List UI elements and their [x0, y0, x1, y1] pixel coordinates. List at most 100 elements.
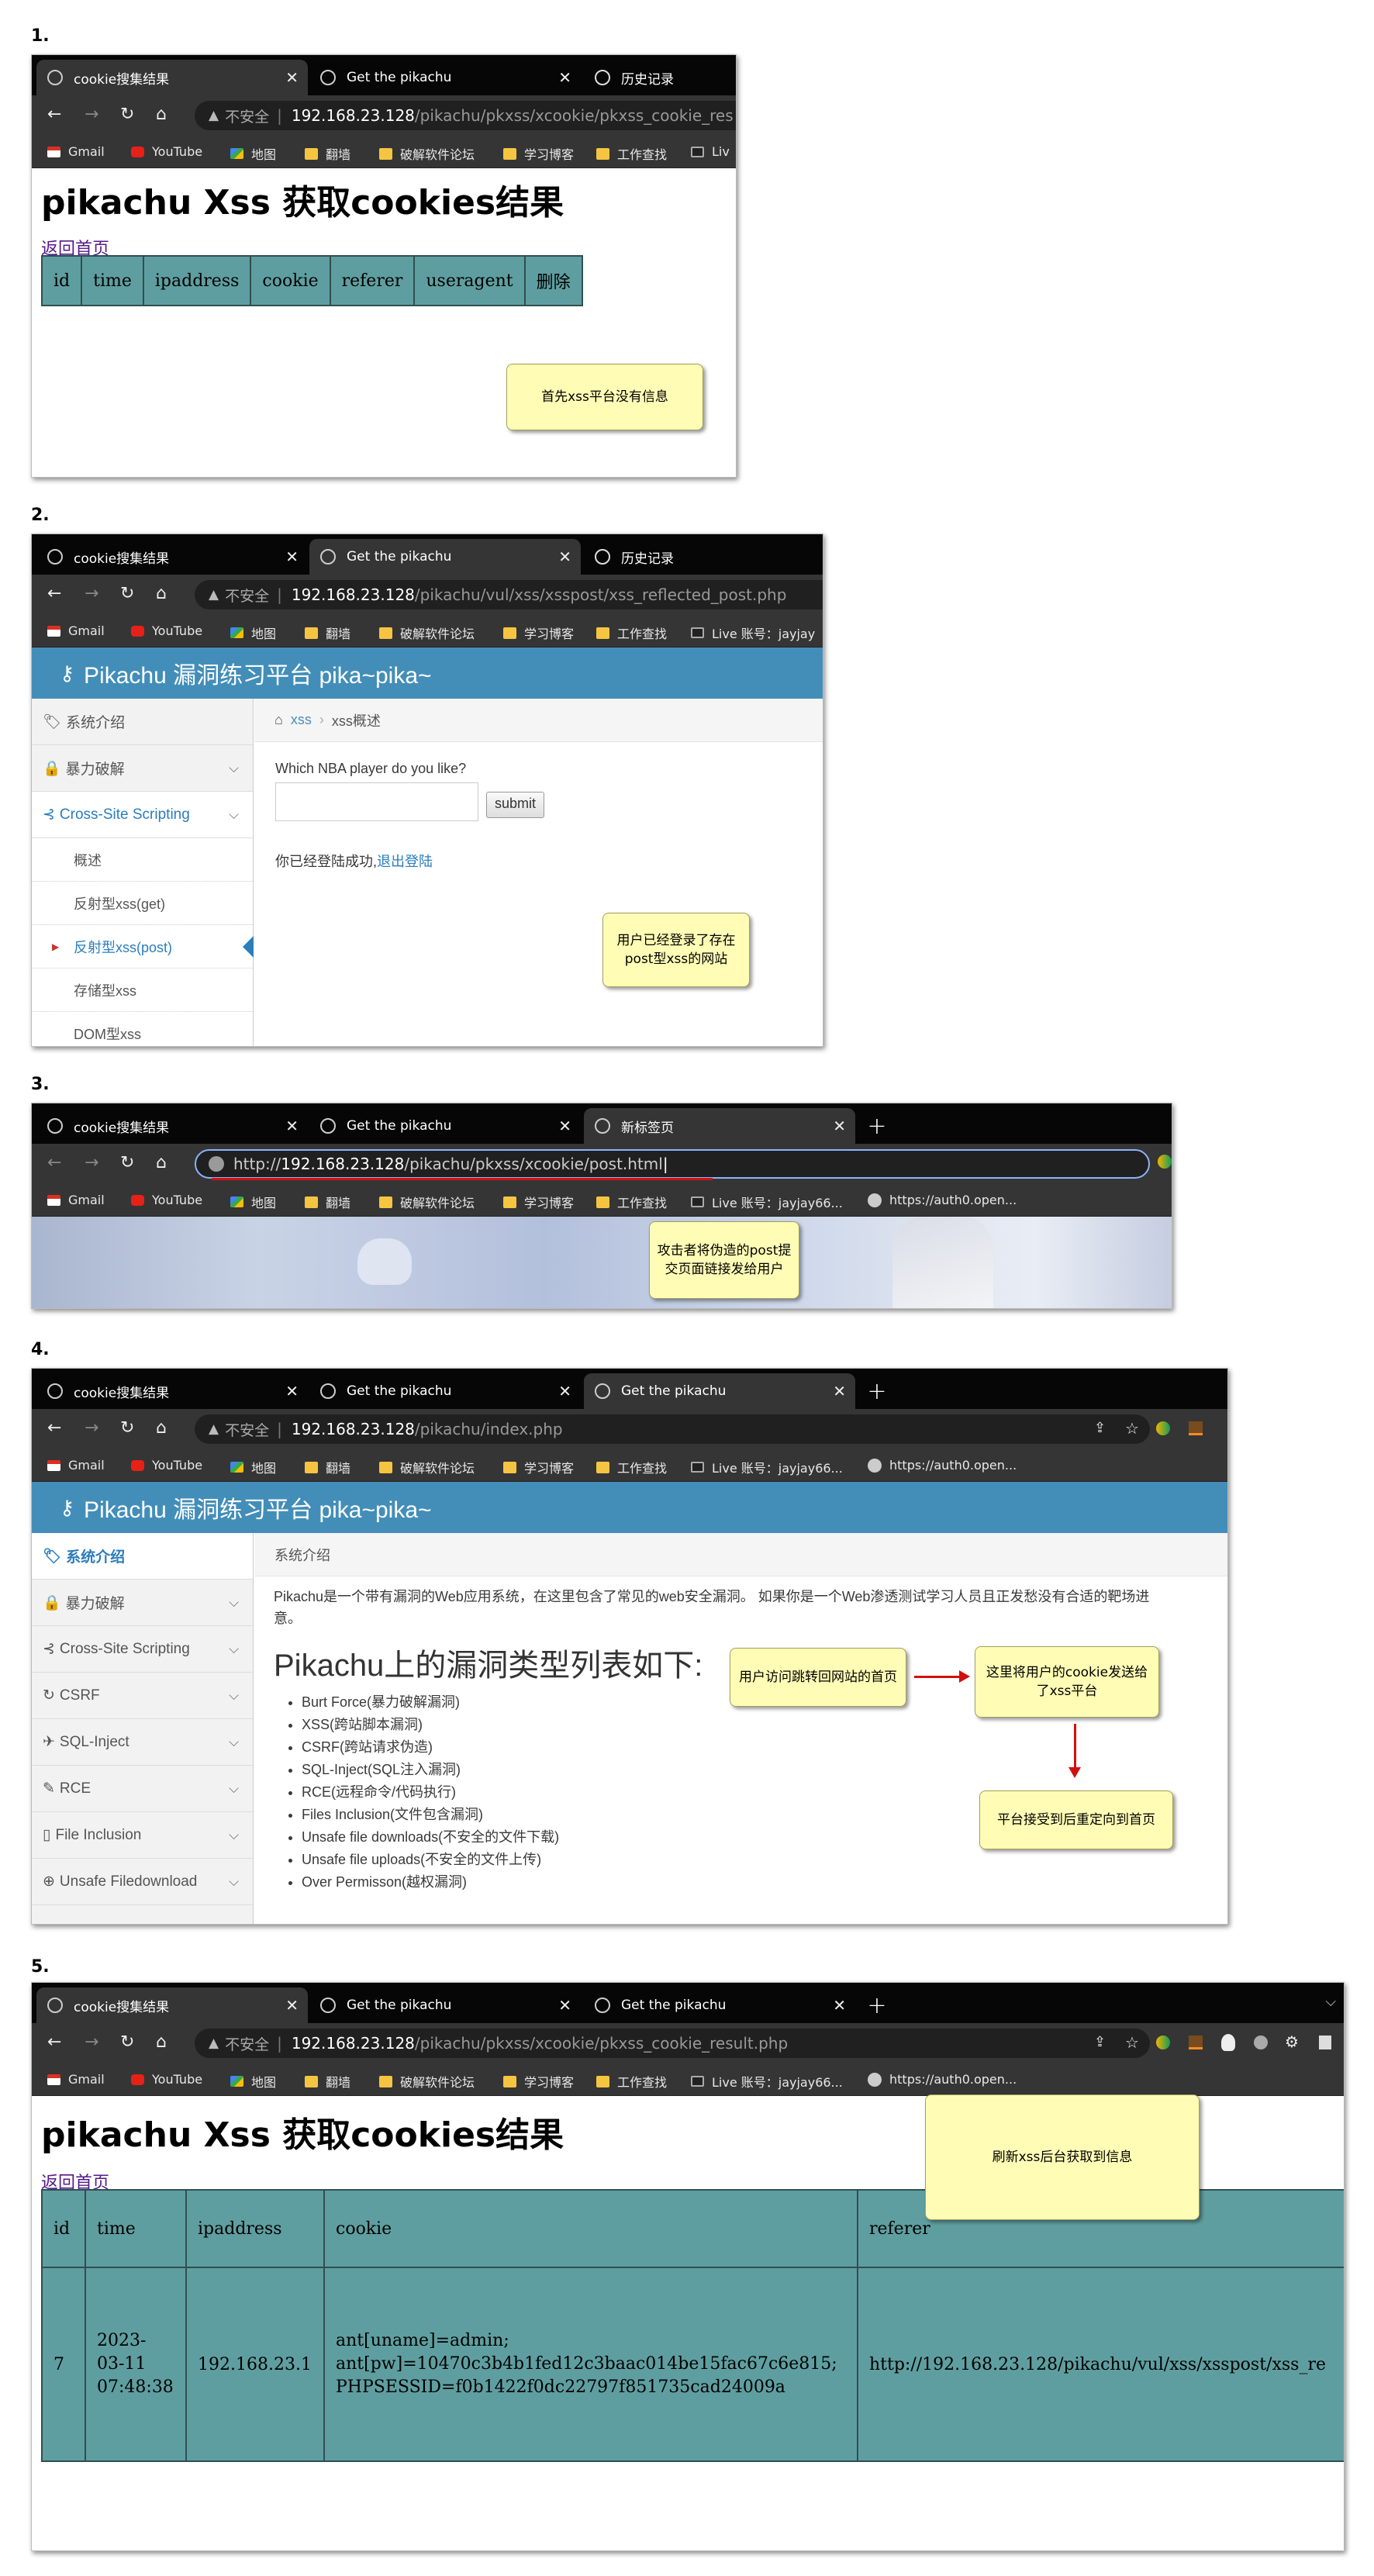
bookmark-folder[interactable]: 工作查找	[596, 623, 667, 642]
bookmark-folder[interactable]: 翻墙	[305, 1458, 350, 1476]
tab-cookie-result[interactable]: cookie搜集结果 ✕	[36, 1108, 308, 1144]
bookmark-folder[interactable]: 翻墙	[305, 623, 350, 642]
sidebar-item-xss[interactable]: ⊰ Cross-Site Scripting ⌵	[32, 1626, 253, 1673]
tab-cookie-result[interactable]: cookie搜集结果 ✕	[36, 539, 308, 575]
tab-pikachu[interactable]: Get the pikachu ✕	[309, 1108, 581, 1144]
home-icon[interactable]: ⌂	[156, 1155, 167, 1172]
close-icon[interactable]: ✕	[558, 1382, 571, 1400]
bookmark-folder[interactable]: 学习博客	[503, 623, 574, 642]
tab-pikachu[interactable]: Get the pikachu ✕	[309, 539, 581, 575]
tab-pikachu-active[interactable]: Get the pikachu ✕	[584, 1373, 855, 1409]
bookmark-live[interactable]: Liv	[691, 144, 730, 159]
sidebar-item-bruteforce[interactable]: 🔒 暴力破解 ⌵	[32, 745, 253, 792]
back-icon[interactable]: ←	[47, 585, 61, 603]
tab-history[interactable]: 历史记录	[584, 60, 736, 95]
submenu-item-overview[interactable]: 概述	[32, 838, 253, 882]
reload-icon[interactable]: ↻	[120, 585, 134, 603]
bookmark-folder[interactable]: 工作查找	[596, 1458, 667, 1476]
breadcrumb-link[interactable]: xss	[291, 712, 312, 728]
sidebar-item-rce[interactable]: ✎ RCE ⌵	[32, 1766, 253, 1812]
bookmark-folder[interactable]: 工作查找	[596, 2072, 667, 2091]
forward-icon[interactable]: →	[85, 585, 98, 603]
ghost-extension-icon[interactable]	[1221, 2034, 1235, 2051]
bookmark-maps[interactable]: 地图	[230, 623, 276, 642]
close-icon[interactable]: ✕	[833, 1382, 846, 1400]
sidebar-item-bruteforce[interactable]: 🔒 暴力破解 ⌵	[32, 1580, 253, 1626]
bookmark-folder[interactable]: 破解软件论坛	[379, 144, 475, 163]
tab-pikachu[interactable]: Get the pikachu ✕	[309, 1987, 581, 2023]
close-icon[interactable]: ✕	[285, 547, 299, 566]
close-icon[interactable]: ✕	[558, 68, 571, 87]
address-bar[interactable]: ▲ 不安全 | 192.168.23.128/pikachu/index.php	[195, 1414, 1150, 1444]
back-icon[interactable]: ←	[47, 2034, 61, 2051]
chevron-down-icon[interactable]: ⌵	[1325, 1994, 1336, 2010]
address-bar[interactable]: ▲ 不安全 | 192.168.23.128/pikachu/vul/xss/x…	[195, 580, 823, 609]
bookmark-folder[interactable]: 破解软件论坛	[379, 1458, 475, 1476]
reload-icon[interactable]: ↻	[120, 106, 134, 123]
back-icon[interactable]: ←	[47, 1420, 61, 1437]
gear-icon[interactable]: ⚙	[1285, 2033, 1299, 2050]
sidebar-item-intro[interactable]: 🏷 系统介绍	[32, 699, 253, 745]
bookmark-folder[interactable]: 破解软件论坛	[379, 1193, 475, 1211]
tab-pikachu[interactable]: Get the pikachu ✕	[309, 60, 581, 95]
submenu-item-reflected-post[interactable]: ▶ 反射型xss(post)	[32, 925, 254, 969]
bookmark-maps[interactable]: 地图	[230, 2072, 276, 2091]
app-brand[interactable]: Pikachu 漏洞练习平台 pika~pika~	[84, 1490, 432, 1525]
tab-cookie-result[interactable]: cookie搜集结果 ✕	[36, 60, 308, 95]
share-icon[interactable]: ⇪	[1094, 1420, 1106, 1437]
extension-icon[interactable]	[1156, 2036, 1170, 2049]
bookmark-auth0[interactable]: https://auth0.open...	[868, 2072, 1017, 2087]
bookmark-youtube[interactable]: YouTube	[131, 1193, 202, 1207]
sidebar-item-file-inclusion[interactable]: ▯ File Inclusion ⌵	[32, 1812, 253, 1859]
new-tab-button[interactable]: +	[858, 1987, 896, 2023]
tab-cookie-result[interactable]: cookie搜集结果 ✕	[36, 1373, 308, 1409]
extension-icon[interactable]	[1319, 2036, 1331, 2049]
bookmark-folder[interactable]: 翻墙	[305, 144, 350, 163]
tab-history[interactable]: 历史记录	[584, 539, 739, 575]
home-icon[interactable]: ⌂	[156, 1420, 167, 1437]
tab-cookie-result[interactable]: cookie搜集结果 ✕	[36, 1987, 308, 2023]
sidebar-item-sqli[interactable]: ✈ SQL-Inject ⌵	[32, 1719, 253, 1766]
bookmark-gmail[interactable]: Gmail	[47, 1193, 105, 1207]
bookmark-gmail[interactable]: Gmail	[47, 2072, 105, 2087]
bookmark-maps[interactable]: 地图	[230, 1458, 276, 1476]
submenu-item-dom[interactable]: DOM型xss	[32, 1012, 253, 1046]
bookmark-folder[interactable]: 工作查找	[596, 144, 667, 163]
bookmark-youtube[interactable]: YouTube	[131, 1458, 202, 1473]
bookmark-youtube[interactable]: YouTube	[131, 2072, 202, 2087]
extension-icon[interactable]	[1156, 1421, 1170, 1435]
back-icon[interactable]: ←	[47, 1155, 61, 1172]
bookmark-live[interactable]: Live 账号：jayjay66...	[691, 1458, 843, 1476]
bookmark-folder[interactable]: 学习博客	[503, 1193, 574, 1211]
address-bar[interactable]: ▲ 不安全 | 192.168.23.128/pikachu/pkxss/xco…	[195, 2029, 1150, 2058]
bookmark-folder[interactable]: 翻墙	[305, 2072, 350, 2091]
bookmark-youtube[interactable]: YouTube	[131, 144, 202, 159]
home-icon[interactable]: ⌂	[274, 712, 283, 728]
sidebar-item-csrf[interactable]: ↻ CSRF ⌵	[32, 1673, 253, 1719]
bookmark-folder[interactable]: 破解软件论坛	[379, 623, 475, 642]
close-icon[interactable]: ✕	[285, 1117, 299, 1135]
forward-icon[interactable]: →	[85, 1420, 98, 1437]
close-icon[interactable]: ✕	[833, 1996, 846, 2015]
tab-pikachu[interactable]: Get the pikachu ✕	[309, 1373, 581, 1409]
extension-icon[interactable]	[1254, 2036, 1268, 2049]
reload-icon[interactable]: ↻	[120, 1420, 134, 1437]
bookmark-maps[interactable]: 地图	[230, 1193, 276, 1211]
close-icon[interactable]: ✕	[285, 1996, 299, 2015]
app-brand[interactable]: Pikachu 漏洞练习平台 pika~pika~	[84, 656, 432, 690]
bookmark-auth0[interactable]: https://auth0.open...	[868, 1193, 1017, 1207]
close-icon[interactable]: ✕	[558, 1996, 571, 2015]
sidebar-item-xss[interactable]: ⊰ Cross-Site Scripting ⌵	[32, 792, 253, 838]
tab-pikachu[interactable]: Get the pikachu ✕	[584, 1987, 855, 2023]
extension-icon[interactable]	[1189, 1421, 1203, 1435]
home-icon[interactable]: ⌂	[156, 585, 167, 603]
bookmark-folder[interactable]: 工作查找	[596, 1193, 667, 1211]
home-icon[interactable]: ⌂	[156, 2034, 167, 2051]
sidebar-item-unsafe-download[interactable]: ⊕ Unsafe Filedownload ⌵	[32, 1859, 253, 1905]
back-icon[interactable]: ←	[47, 106, 61, 123]
sidebar-item-intro[interactable]: 🏷 系统介绍	[32, 1533, 253, 1580]
close-icon[interactable]: ✕	[285, 1382, 299, 1400]
forward-icon[interactable]: →	[85, 2034, 98, 2051]
bookmark-folder[interactable]: 学习博客	[503, 144, 574, 163]
star-icon[interactable]: ☆	[1125, 1420, 1139, 1437]
